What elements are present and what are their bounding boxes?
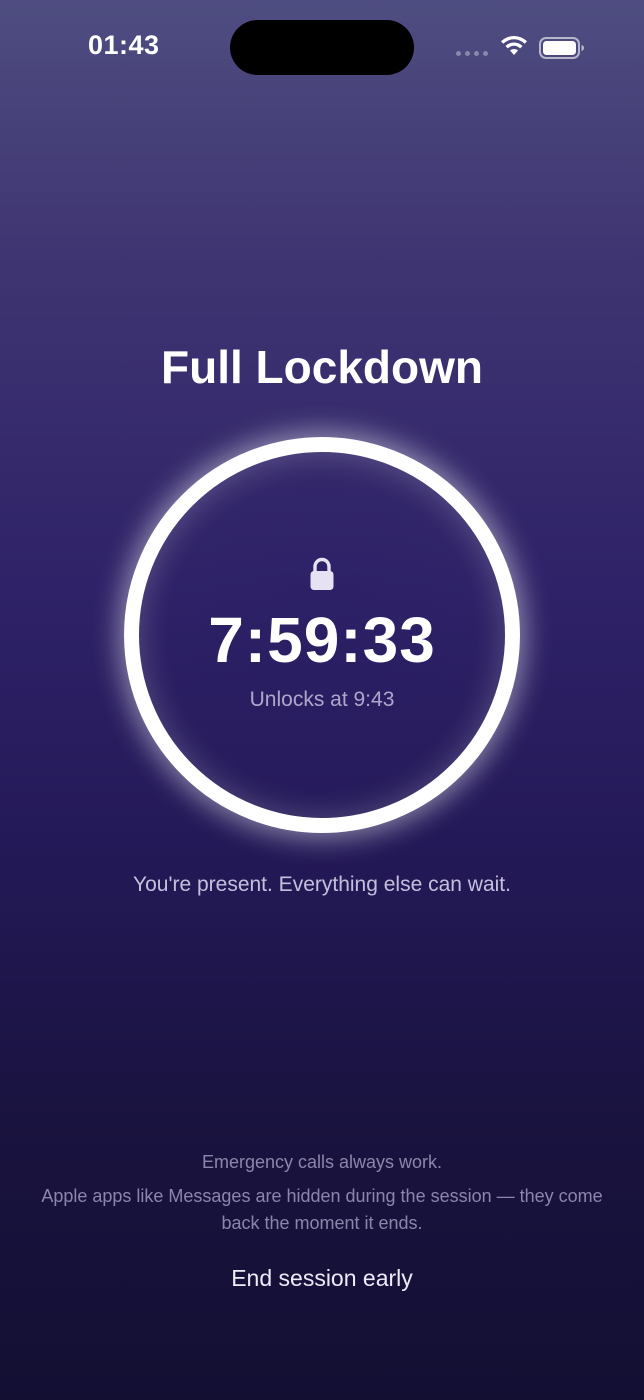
apps-hidden-note: Apple apps like Messages are hidden duri… (41, 1186, 603, 1233)
session-title: Full Lockdown (161, 341, 483, 393)
signal-icon (456, 51, 488, 56)
status-time: 01:43 (88, 30, 160, 60)
status-bar: 01:43 (0, 0, 644, 96)
battery-icon (539, 37, 584, 59)
emergency-note: Emergency calls always work. (201, 1152, 443, 1172)
unlock-time-label: Unlocks at 9:43 (249, 688, 395, 711)
lock-icon (310, 557, 334, 590)
tagline: You're present. Everything else can wait… (133, 873, 511, 896)
dynamic-island (230, 20, 414, 75)
wifi-icon (501, 35, 527, 55)
countdown-timer: 7:59:33 (208, 604, 436, 676)
end-session-button[interactable]: End session early (202, 1258, 442, 1298)
